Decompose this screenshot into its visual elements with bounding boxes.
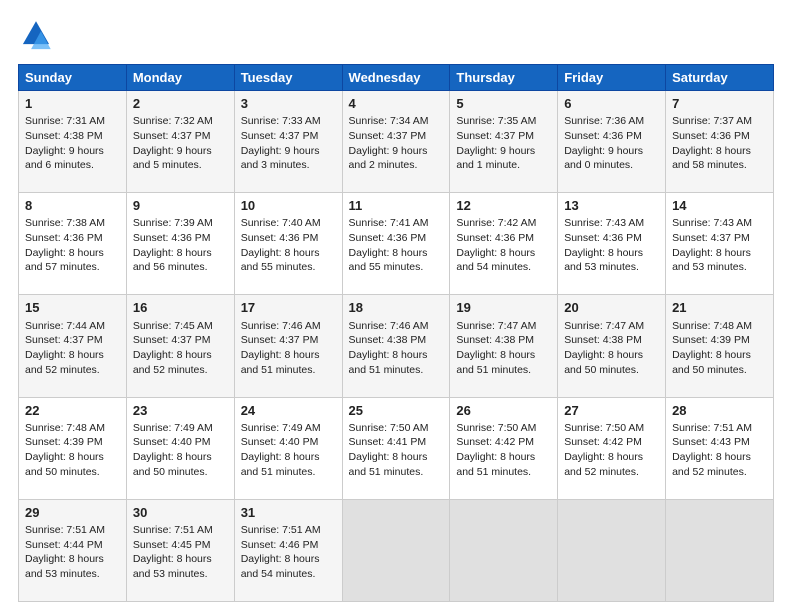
header [18, 18, 774, 54]
logo [18, 18, 58, 54]
day-number: 1 [25, 95, 120, 113]
col-header-sunday: Sunday [19, 65, 127, 91]
day-number: 17 [241, 299, 336, 317]
col-header-thursday: Thursday [450, 65, 558, 91]
day-number: 15 [25, 299, 120, 317]
day-number: 3 [241, 95, 336, 113]
day-cell [450, 499, 558, 601]
col-header-tuesday: Tuesday [234, 65, 342, 91]
day-cell: 6Sunrise: 7:36 AMSunset: 4:36 PMDaylight… [558, 91, 666, 193]
day-cell: 12Sunrise: 7:42 AMSunset: 4:36 PMDayligh… [450, 193, 558, 295]
day-cell: 20Sunrise: 7:47 AMSunset: 4:38 PMDayligh… [558, 295, 666, 397]
day-number: 30 [133, 504, 228, 522]
day-cell: 26Sunrise: 7:50 AMSunset: 4:42 PMDayligh… [450, 397, 558, 499]
day-cell: 31Sunrise: 7:51 AMSunset: 4:46 PMDayligh… [234, 499, 342, 601]
day-cell: 7Sunrise: 7:37 AMSunset: 4:36 PMDaylight… [666, 91, 774, 193]
day-cell: 1Sunrise: 7:31 AMSunset: 4:38 PMDaylight… [19, 91, 127, 193]
week-row-2: 8Sunrise: 7:38 AMSunset: 4:36 PMDaylight… [19, 193, 774, 295]
logo-icon [18, 18, 54, 54]
col-header-saturday: Saturday [666, 65, 774, 91]
day-cell: 24Sunrise: 7:49 AMSunset: 4:40 PMDayligh… [234, 397, 342, 499]
day-cell: 4Sunrise: 7:34 AMSunset: 4:37 PMDaylight… [342, 91, 450, 193]
day-cell: 8Sunrise: 7:38 AMSunset: 4:36 PMDaylight… [19, 193, 127, 295]
day-number: 27 [564, 402, 659, 420]
day-cell: 19Sunrise: 7:47 AMSunset: 4:38 PMDayligh… [450, 295, 558, 397]
day-cell: 18Sunrise: 7:46 AMSunset: 4:38 PMDayligh… [342, 295, 450, 397]
calendar-table: SundayMondayTuesdayWednesdayThursdayFrid… [18, 64, 774, 602]
day-number: 26 [456, 402, 551, 420]
day-cell: 25Sunrise: 7:50 AMSunset: 4:41 PMDayligh… [342, 397, 450, 499]
day-number: 10 [241, 197, 336, 215]
day-number: 22 [25, 402, 120, 420]
week-row-5: 29Sunrise: 7:51 AMSunset: 4:44 PMDayligh… [19, 499, 774, 601]
day-cell: 30Sunrise: 7:51 AMSunset: 4:45 PMDayligh… [126, 499, 234, 601]
week-row-4: 22Sunrise: 7:48 AMSunset: 4:39 PMDayligh… [19, 397, 774, 499]
day-number: 14 [672, 197, 767, 215]
day-cell: 15Sunrise: 7:44 AMSunset: 4:37 PMDayligh… [19, 295, 127, 397]
day-number: 24 [241, 402, 336, 420]
day-number: 18 [349, 299, 444, 317]
day-number: 13 [564, 197, 659, 215]
day-number: 21 [672, 299, 767, 317]
day-cell [666, 499, 774, 601]
day-number: 16 [133, 299, 228, 317]
day-cell [558, 499, 666, 601]
day-cell: 29Sunrise: 7:51 AMSunset: 4:44 PMDayligh… [19, 499, 127, 601]
day-number: 2 [133, 95, 228, 113]
day-cell [342, 499, 450, 601]
day-number: 4 [349, 95, 444, 113]
day-number: 11 [349, 197, 444, 215]
day-cell: 3Sunrise: 7:33 AMSunset: 4:37 PMDaylight… [234, 91, 342, 193]
day-number: 6 [564, 95, 659, 113]
day-number: 23 [133, 402, 228, 420]
week-row-1: 1Sunrise: 7:31 AMSunset: 4:38 PMDaylight… [19, 91, 774, 193]
day-cell: 14Sunrise: 7:43 AMSunset: 4:37 PMDayligh… [666, 193, 774, 295]
day-number: 8 [25, 197, 120, 215]
day-cell: 5Sunrise: 7:35 AMSunset: 4:37 PMDaylight… [450, 91, 558, 193]
day-cell: 13Sunrise: 7:43 AMSunset: 4:36 PMDayligh… [558, 193, 666, 295]
day-cell: 17Sunrise: 7:46 AMSunset: 4:37 PMDayligh… [234, 295, 342, 397]
day-number: 9 [133, 197, 228, 215]
day-number: 31 [241, 504, 336, 522]
day-cell: 23Sunrise: 7:49 AMSunset: 4:40 PMDayligh… [126, 397, 234, 499]
day-number: 25 [349, 402, 444, 420]
col-header-wednesday: Wednesday [342, 65, 450, 91]
day-cell: 21Sunrise: 7:48 AMSunset: 4:39 PMDayligh… [666, 295, 774, 397]
day-cell: 27Sunrise: 7:50 AMSunset: 4:42 PMDayligh… [558, 397, 666, 499]
header-row: SundayMondayTuesdayWednesdayThursdayFrid… [19, 65, 774, 91]
day-cell: 2Sunrise: 7:32 AMSunset: 4:37 PMDaylight… [126, 91, 234, 193]
day-cell: 9Sunrise: 7:39 AMSunset: 4:36 PMDaylight… [126, 193, 234, 295]
day-cell: 10Sunrise: 7:40 AMSunset: 4:36 PMDayligh… [234, 193, 342, 295]
day-cell: 16Sunrise: 7:45 AMSunset: 4:37 PMDayligh… [126, 295, 234, 397]
day-cell: 11Sunrise: 7:41 AMSunset: 4:36 PMDayligh… [342, 193, 450, 295]
day-number: 28 [672, 402, 767, 420]
col-header-friday: Friday [558, 65, 666, 91]
day-cell: 22Sunrise: 7:48 AMSunset: 4:39 PMDayligh… [19, 397, 127, 499]
week-row-3: 15Sunrise: 7:44 AMSunset: 4:37 PMDayligh… [19, 295, 774, 397]
day-number: 5 [456, 95, 551, 113]
day-number: 20 [564, 299, 659, 317]
page: SundayMondayTuesdayWednesdayThursdayFrid… [0, 0, 792, 612]
day-number: 7 [672, 95, 767, 113]
day-number: 12 [456, 197, 551, 215]
day-cell: 28Sunrise: 7:51 AMSunset: 4:43 PMDayligh… [666, 397, 774, 499]
day-number: 29 [25, 504, 120, 522]
day-number: 19 [456, 299, 551, 317]
col-header-monday: Monday [126, 65, 234, 91]
